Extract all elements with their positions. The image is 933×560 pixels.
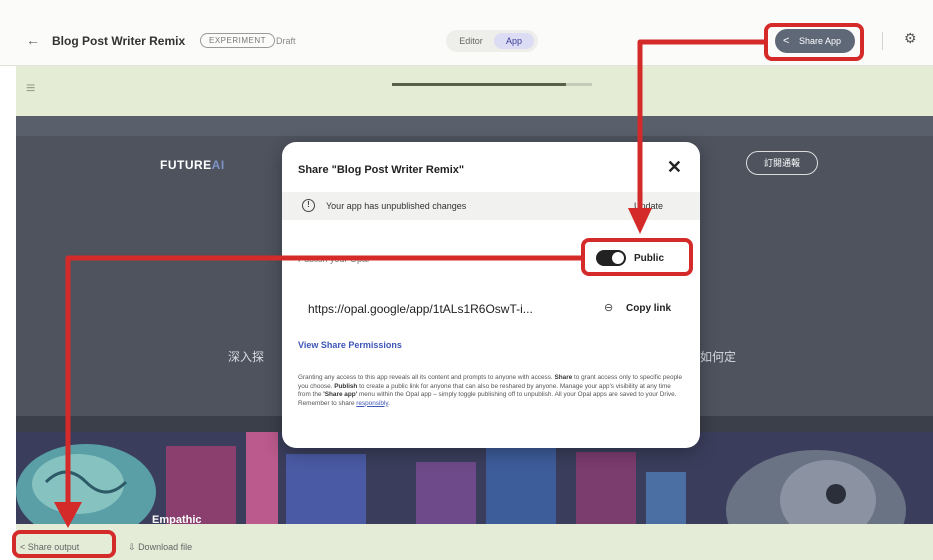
annotation-arrows xyxy=(54,39,764,528)
